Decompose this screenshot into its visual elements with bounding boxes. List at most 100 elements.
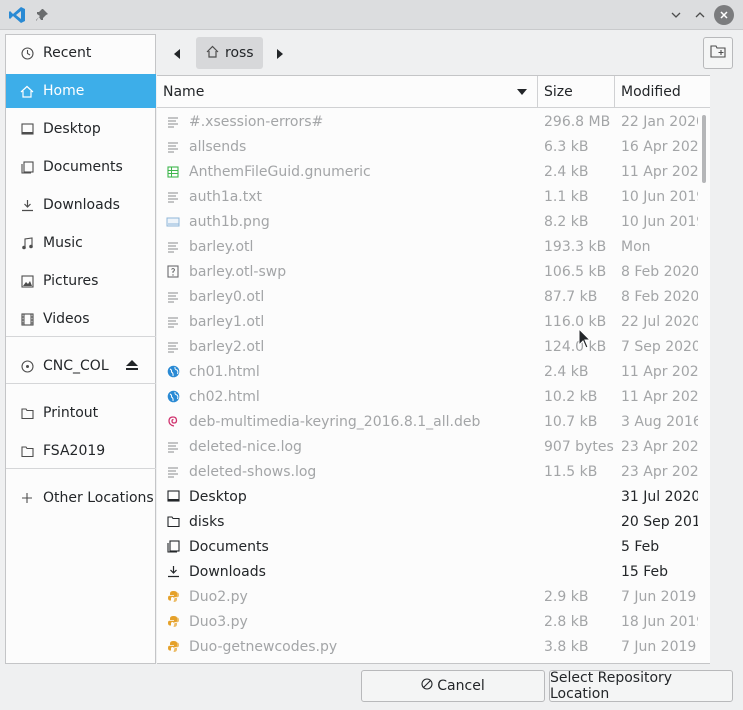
sidebar-item-label: Home — [43, 83, 85, 99]
sidebar-item-pictures[interactable]: Pictures — [6, 264, 156, 298]
desktop-icon — [19, 121, 35, 137]
file-size: 6.3 kB — [544, 138, 589, 155]
file-name: allsends — [189, 138, 247, 155]
file-row[interactable]: barley2.otl 124.0 kB 7 Sep 2020 — [157, 334, 698, 359]
cancel-button-label: Cancel — [437, 678, 485, 694]
file-name: barley.otl — [189, 238, 254, 255]
file-row[interactable]: Duo3.py 2.8 kB 18 Jun 2019 — [157, 609, 698, 634]
pin-icon[interactable] — [32, 5, 52, 25]
download-icon — [166, 565, 180, 579]
drive-icon — [19, 358, 35, 374]
sidebar-item-label: Other Locations — [43, 490, 154, 506]
file-list: Name Size Modified #.xsession-errors# 296… — [157, 75, 710, 664]
sidebar-item-music[interactable]: Music — [6, 226, 156, 260]
column-name-label: Name — [163, 84, 205, 100]
file-row[interactable]: allsends 6.3 kB 16 Apr 2020 — [157, 134, 698, 159]
maximize-icon[interactable] — [690, 5, 710, 25]
file-modified: 15 Feb — [621, 563, 669, 580]
file-name: ch01.html — [189, 363, 260, 380]
file-name: deb-multimedia-keyring_2016.8.1_all.deb — [189, 413, 481, 430]
file-row[interactable]: disks 20 Sep 2019 — [157, 509, 698, 534]
sidebar-item-label: Videos — [43, 311, 90, 327]
file-row[interactable]: AnthemFileGuid.gnumeric 2.4 kB 11 Apr 2020 — [157, 159, 698, 184]
sidebar-item-videos[interactable]: Videos — [6, 302, 156, 336]
file-row[interactable]: ch02.html 10.2 kB 11 Apr 2020 — [157, 384, 698, 409]
file-rows: #.xsession-errors# 296.8 MB 22 Jan 2020 all… — [157, 109, 698, 663]
file-name: disks — [189, 513, 225, 530]
sidebar-item-cnc-col[interactable]: CNC_COL — [6, 349, 156, 383]
file-row[interactable]: Downloads 15 Feb — [157, 559, 698, 584]
minimize-icon[interactable] — [666, 5, 686, 25]
file-name: barley2.otl — [189, 338, 265, 355]
text-file-icon — [166, 115, 180, 129]
forward-arrow-icon[interactable] — [268, 40, 292, 68]
file-modified: 23 Apr 2020 — [621, 438, 698, 455]
sidebar-item-documents[interactable]: Documents — [6, 150, 156, 184]
sidebar-item-label: Printout — [43, 405, 99, 421]
web-file-icon — [166, 390, 180, 404]
file-row[interactable]: deb-multimedia-keyring_2016.8.1_all.deb 1… — [157, 409, 698, 434]
sidebar-item-label: Music — [43, 235, 83, 251]
sidebar-item-fsa2019[interactable]: FSA2019 — [6, 434, 156, 468]
sidebar-item-home[interactable]: Home — [6, 74, 156, 108]
file-row[interactable]: #.xsession-errors# 296.8 MB 22 Jan 2020 — [157, 109, 698, 134]
back-arrow-icon[interactable] — [165, 40, 189, 68]
sidebar-item-label: CNC_COL — [43, 358, 109, 374]
file-row[interactable]: auth1b.png 8.2 kB 10 Jun 2019 — [157, 209, 698, 234]
sidebar-item-label: Downloads — [43, 197, 120, 213]
file-size: 3.8 kB — [544, 638, 589, 655]
column-name[interactable]: Name — [157, 76, 537, 108]
file-row[interactable]: barley0.otl 87.7 kB 8 Feb 2020 — [157, 284, 698, 309]
sidebar-item-desktop[interactable]: Desktop — [6, 112, 156, 146]
eject-icon[interactable] — [126, 359, 138, 373]
sidebar-item-printout[interactable]: Printout — [6, 396, 156, 430]
sidebar-item-recent[interactable]: Recent — [6, 36, 156, 70]
file-row[interactable]: Documents 5 Feb — [157, 534, 698, 559]
new-folder-button[interactable] — [703, 37, 733, 69]
places-sidebar: Recent Home Desktop Documents Downloads Music… — [5, 34, 156, 664]
file-row[interactable]: deleted-shows.log 11.5 kB 23 Apr 2020 — [157, 459, 698, 484]
vertical-scrollbar[interactable] — [698, 109, 710, 663]
file-name: ch02.html — [189, 388, 260, 405]
file-size: 11.5 kB — [544, 463, 598, 480]
file-size: 907 bytes — [544, 438, 614, 455]
select-button-label: Select Repository Location — [550, 670, 673, 702]
new-folder-icon — [710, 44, 726, 62]
file-modified: 8 Feb 2020 — [621, 288, 698, 305]
sidebar-item-downloads[interactable]: Downloads — [6, 188, 156, 222]
column-size-label: Size — [544, 84, 573, 100]
home-icon — [206, 45, 219, 62]
file-modified: 11 Apr 2020 — [621, 163, 698, 180]
file-row[interactable]: deleted-nice.log 907 bytes 23 Apr 2020 — [157, 434, 698, 459]
file-row[interactable]: auth1a.txt 1.1 kB 10 Jun 2019 — [157, 184, 698, 209]
select-repository-location-button[interactable]: Select Repository Location — [549, 670, 733, 702]
file-size: 10.2 kB — [544, 388, 598, 405]
breadcrumb-label: ross — [225, 45, 254, 61]
column-header: Name Size Modified — [157, 76, 710, 108]
file-row[interactable]: ch01.html 2.4 kB 11 Apr 2020 — [157, 359, 698, 384]
sidebar-item-other-locations[interactable]: Other Locations — [6, 481, 156, 515]
cancel-button[interactable]: Cancel — [361, 670, 545, 702]
file-row[interactable]: Duo2.py 2.9 kB 7 Jun 2019 — [157, 584, 698, 609]
sidebar-separator — [6, 468, 156, 469]
file-modified: 10 Jun 2019 — [621, 213, 698, 230]
column-size[interactable]: Size — [538, 76, 614, 108]
file-size: 106.5 kB — [544, 263, 607, 280]
file-size: 116.0 kB — [544, 313, 607, 330]
close-icon[interactable] — [714, 5, 734, 25]
download-icon — [19, 197, 35, 213]
breadcrumb-home[interactable]: ross — [196, 37, 263, 69]
file-row[interactable]: barley.otl 193.3 kB Mon — [157, 234, 698, 259]
file-row[interactable]: Duo-getnewcodes.py 3.8 kB 7 Jun 2019 — [157, 634, 698, 659]
column-modified[interactable]: Modified — [615, 76, 710, 108]
file-name: deleted-nice.log — [189, 438, 302, 455]
file-size: 10.7 kB — [544, 413, 598, 430]
text-file-icon — [166, 240, 180, 254]
file-row[interactable]: Desktop 31 Jul 2020 — [157, 484, 698, 509]
file-row[interactable]: barley.otl-swp 106.5 kB 8 Feb 2020 — [157, 259, 698, 284]
file-row[interactable]: barley1.otl 116.0 kB 22 Jul 2020 — [157, 309, 698, 334]
file-size: 2.9 kB — [544, 588, 589, 605]
scrollbar-thumb[interactable] — [702, 115, 706, 183]
file-size: 2.8 kB — [544, 613, 589, 630]
sidebar-item-label: Desktop — [43, 121, 101, 137]
